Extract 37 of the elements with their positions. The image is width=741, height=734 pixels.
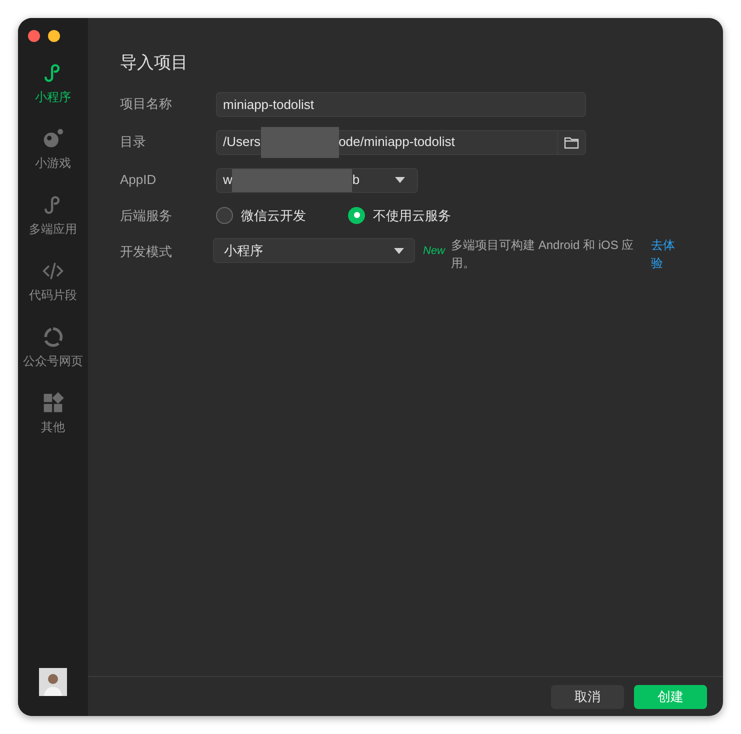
appid-text: b — [352, 171, 360, 190]
sidebar-item[interactable]: 小程序 — [20, 62, 86, 106]
sidebar-item[interactable]: 代码片段 — [20, 260, 86, 304]
code-icon — [42, 260, 64, 282]
sidebar-item[interactable]: 其他 — [20, 392, 86, 436]
planet-icon — [42, 128, 64, 150]
radio-button[interactable] — [348, 206, 365, 224]
field-label: AppID — [120, 171, 158, 190]
new-label: New — [423, 244, 446, 259]
avatar[interactable] — [39, 668, 67, 696]
radio-label: 微信云开发 — [241, 206, 306, 224]
field-label: 开发模式 — [120, 243, 173, 261]
sidebar-item[interactable]: 小游戏 — [20, 128, 86, 172]
close-button[interactable] — [28, 30, 40, 42]
try-link[interactable]: 去体验 — [651, 236, 680, 272]
radio-label: 不使用云服务 — [373, 206, 451, 224]
folder-icon[interactable] — [564, 136, 579, 148]
field-label: 项目名称 — [120, 95, 173, 114]
mode-select[interactable]: 小程序 — [213, 238, 415, 263]
caret-icon — [394, 248, 404, 254]
appid-text: w — [223, 171, 232, 190]
sidebar-item[interactable]: 多端应用 — [20, 194, 86, 238]
project-name-field[interactable]: miniapp-todolist — [216, 92, 586, 116]
page-title: 导入项目 — [120, 52, 189, 74]
radio-button[interactable] — [216, 206, 233, 224]
minimize-button[interactable] — [48, 30, 60, 42]
field-label: 后端服务 — [120, 206, 173, 224]
sidebar-item[interactable]: 公众号网页 — [20, 326, 86, 370]
appid-select[interactable]: w b — [216, 168, 418, 192]
cancel-button[interactable]: 取消 — [551, 684, 624, 708]
mode-note: 多端项目可构建 Android 和 iOS 应用。 — [451, 237, 635, 272]
apps-icon — [42, 392, 64, 414]
aperture-icon — [42, 326, 64, 348]
field-label: 目录 — [120, 133, 147, 152]
caret-icon — [395, 177, 405, 183]
path-text: ode/miniapp-todolist — [338, 133, 455, 152]
path-text: /Users — [223, 133, 261, 152]
